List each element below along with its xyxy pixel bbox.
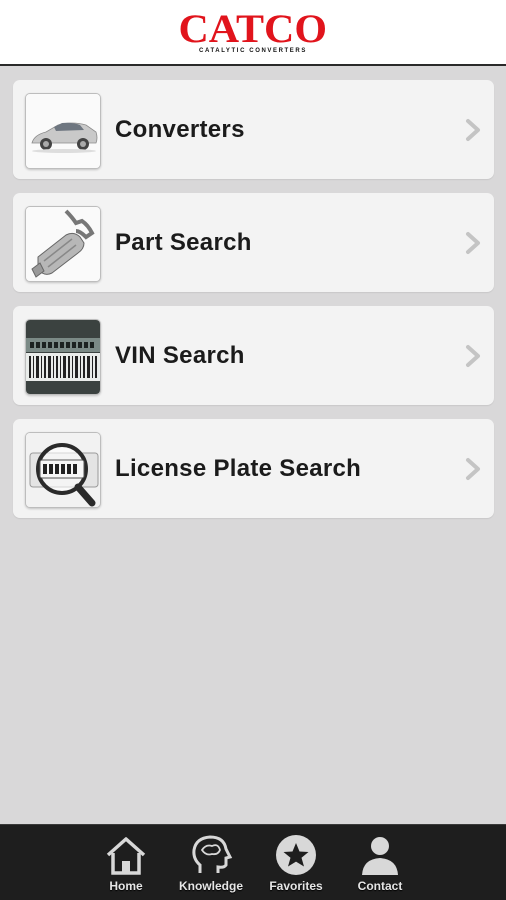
home-icon bbox=[106, 837, 146, 875]
chevron-right-icon bbox=[464, 231, 482, 255]
catalytic-converter-icon bbox=[25, 206, 101, 282]
menu-item-license-plate-search[interactable]: License Plate Search bbox=[13, 419, 494, 518]
car-icon bbox=[25, 93, 101, 169]
star-icon bbox=[276, 835, 316, 875]
app-screen: CATCO CATALYTIC CONVERTERS Converters Pa… bbox=[0, 0, 506, 900]
tab-label: Contact bbox=[357, 879, 403, 893]
license-plate-magnifier-icon bbox=[25, 432, 101, 508]
tab-favorites[interactable]: Favorites bbox=[254, 825, 338, 900]
tab-label: Knowledge bbox=[178, 879, 243, 893]
menu-item-label: Part Search bbox=[115, 229, 252, 256]
app-header: CATCO CATALYTIC CONVERTERS bbox=[0, 0, 506, 66]
tab-label: Home bbox=[109, 879, 143, 893]
menu-item-converters[interactable]: Converters bbox=[13, 80, 494, 179]
tab-home[interactable]: Home bbox=[84, 825, 168, 900]
tab-label: Favorites bbox=[269, 879, 323, 893]
chevron-right-icon bbox=[464, 344, 482, 368]
main-menu: Converters Part Search VIN Search Licens… bbox=[13, 80, 494, 532]
barcode-icon bbox=[25, 319, 101, 395]
chevron-right-icon bbox=[464, 118, 482, 142]
bottom-tab-bar: Home Knowledge Favorites Contact bbox=[0, 824, 506, 900]
menu-item-vin-search[interactable]: VIN Search bbox=[13, 306, 494, 405]
menu-item-label: Converters bbox=[115, 116, 245, 143]
head-icon bbox=[192, 835, 233, 873]
menu-item-label: VIN Search bbox=[115, 342, 245, 369]
menu-item-label: License Plate Search bbox=[115, 455, 362, 482]
tab-contact[interactable]: Contact bbox=[338, 825, 422, 900]
catco-logo: CATCO bbox=[178, 5, 328, 51]
chevron-right-icon bbox=[464, 457, 482, 481]
person-icon bbox=[362, 837, 398, 875]
tab-knowledge[interactable]: Knowledge bbox=[169, 825, 253, 900]
menu-item-part-search[interactable]: Part Search bbox=[13, 193, 494, 292]
